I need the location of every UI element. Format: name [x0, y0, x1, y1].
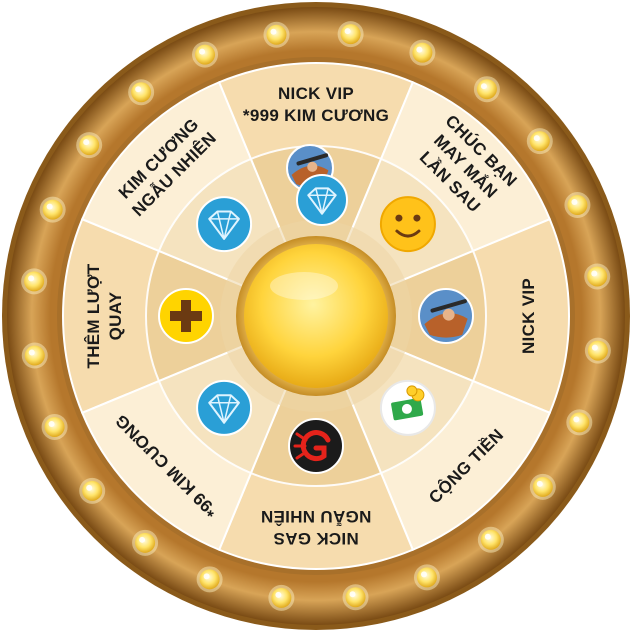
- light-bulb: [342, 584, 369, 611]
- light-bulb: [79, 477, 106, 504]
- segment-label-line: THÊM LƯỢT: [84, 263, 103, 368]
- smiley-icon: [379, 196, 436, 253]
- light-bulb: [192, 41, 219, 68]
- segment-label-line: NICK GAS: [273, 529, 359, 548]
- character-icon: [418, 288, 474, 344]
- light-bulb: [41, 413, 68, 440]
- light-bulb: [21, 268, 48, 295]
- light-bulb: [526, 128, 553, 155]
- light-bulb: [337, 21, 364, 48]
- light-bulb: [409, 39, 436, 66]
- light-bulb: [566, 409, 593, 436]
- segment-label-line: NICK VIP: [519, 278, 538, 354]
- segment-label-line: NGẪU NHIÊN: [261, 507, 372, 526]
- light-bulb: [268, 584, 295, 611]
- light-bulb: [473, 76, 500, 103]
- segment-label-nick-vip: NICK VIP: [519, 278, 538, 354]
- light-bulb: [564, 192, 591, 219]
- segment-label-line: *999 KIM CƯƠNG: [243, 106, 389, 125]
- light-bulb: [39, 196, 66, 223]
- light-bulb: [413, 564, 440, 591]
- segment-label-line: QUAY: [106, 291, 125, 340]
- light-bulb: [529, 473, 556, 500]
- diamond-icon: [196, 379, 253, 436]
- light-bulb: [132, 529, 159, 556]
- light-bulb: [196, 566, 223, 593]
- spin-button[interactable]: [236, 236, 396, 396]
- light-bulb: [76, 132, 103, 159]
- spin-button-face[interactable]: [244, 244, 388, 388]
- light-bulb: [584, 263, 611, 290]
- money-icon: [379, 379, 436, 436]
- spin-button-gloss: [270, 272, 338, 300]
- light-bulb: [477, 526, 504, 553]
- garena-icon: [288, 418, 344, 474]
- light-bulb: [128, 79, 155, 106]
- lucky-wheel: THÊM LƯỢT QUAYKIM CƯƠNGNGẪU NHIÊNNICK VIP…: [2, 2, 630, 630]
- diamond-icon: [196, 196, 253, 253]
- segment-label-line: NICK VIP: [278, 84, 354, 103]
- light-bulb: [263, 21, 290, 48]
- light-bulb: [584, 337, 611, 364]
- light-bulb: [21, 342, 48, 369]
- plus-icon: [158, 288, 214, 344]
